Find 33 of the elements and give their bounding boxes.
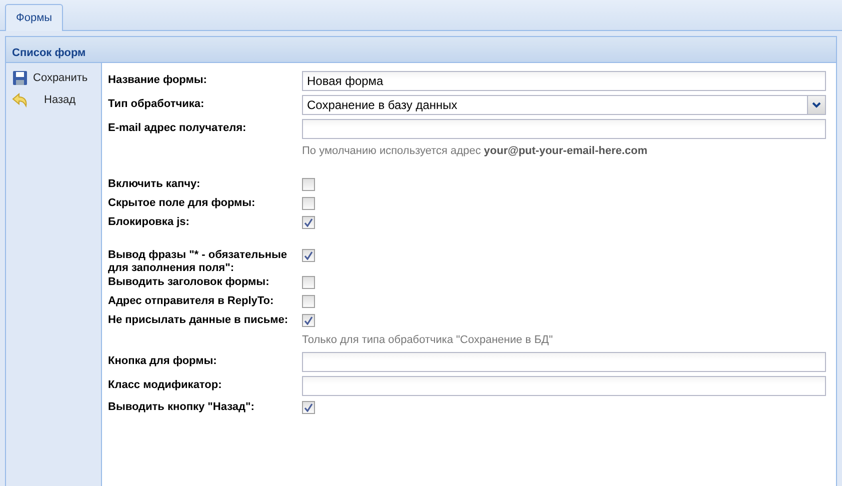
checkbox[interactable] xyxy=(302,401,315,414)
field-label: Скрытое поле для формы: xyxy=(108,196,256,210)
field-label: Название формы: xyxy=(108,73,208,87)
field-label: Вывод фразы "* - обязательные для заполнения поля": xyxy=(108,248,288,275)
text-field[interactable] xyxy=(302,119,826,139)
text-field[interactable] xyxy=(302,376,826,396)
checkbox[interactable] xyxy=(302,314,315,327)
back-arrow-icon xyxy=(12,92,28,108)
tab[interactable]: Формы xyxy=(5,4,64,31)
field-label: Адрес отправителя в ReplyTo: xyxy=(108,294,275,308)
text-field[interactable] xyxy=(302,352,826,372)
checkbox[interactable] xyxy=(302,216,315,229)
dropdown[interactable]: Сохранение в базу данных xyxy=(302,95,826,115)
hint-text: По умолчанию используется адрес your@put-your-email-here.com xyxy=(302,144,648,159)
field-label: Выводить кнопку "Назад": xyxy=(108,400,256,414)
field-label: E-mail адрес получателя: xyxy=(108,121,248,135)
field-label: Включить капчу: xyxy=(108,177,202,191)
field-label: Кнопка для формы: xyxy=(108,354,218,368)
checkbox[interactable] xyxy=(302,276,315,289)
field-label: Не присылать данные в письме: xyxy=(108,313,290,327)
field-label: Тип обработчика: xyxy=(108,97,206,111)
field-label: Класс модификатор: xyxy=(108,378,223,392)
hint-text: Только для типа обработчика "Сохранение в БД" xyxy=(302,333,554,348)
checkbox[interactable] xyxy=(302,178,315,191)
field-label: Блокировка js: xyxy=(108,215,190,229)
checkbox[interactable] xyxy=(302,249,315,262)
text-field[interactable]: Новая форма xyxy=(302,71,826,91)
toolbar-button[interactable]: Назад xyxy=(12,91,101,109)
field-label: Выводить заголовок формы: xyxy=(108,275,270,289)
checkbox[interactable] xyxy=(302,197,315,210)
checkbox[interactable] xyxy=(302,295,315,308)
panel-title: Список форм xyxy=(12,47,86,59)
toolbar-button[interactable]: Сохранить xyxy=(12,69,101,87)
